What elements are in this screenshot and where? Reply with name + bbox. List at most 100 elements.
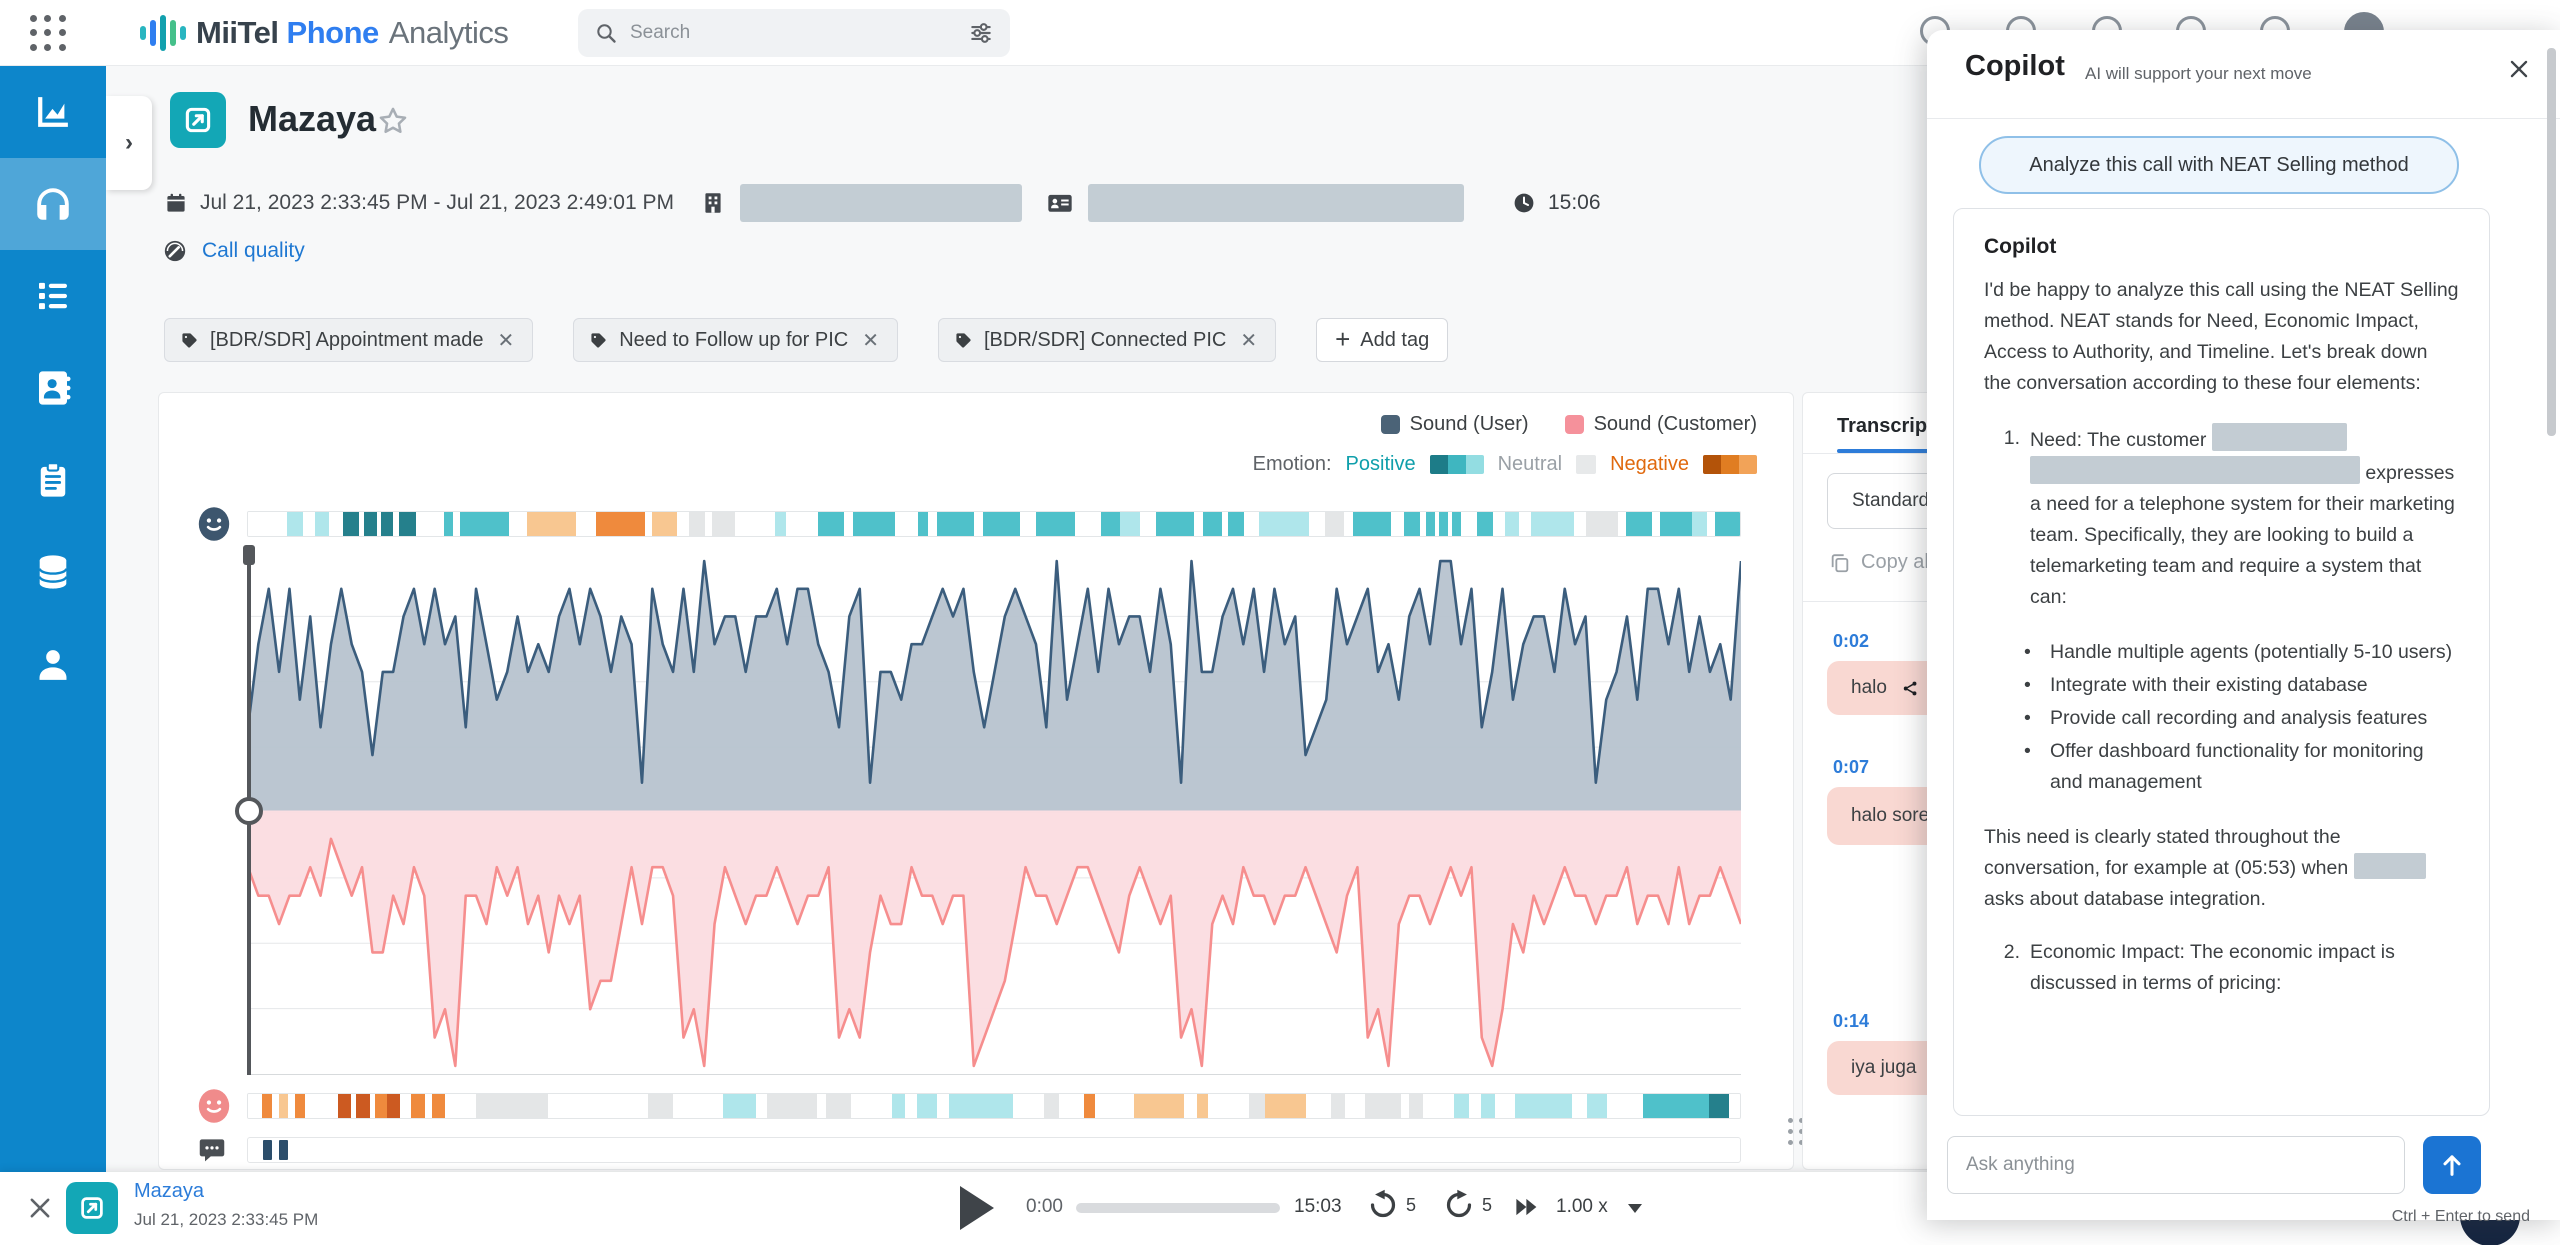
copilot-intro-text: I'd be happy to analyze this call using … [1984, 275, 2459, 399]
message-timestamp[interactable]: 0:07 [1833, 757, 1869, 778]
copilot-bullet-item: •Handle multiple agents (potentially 5-1… [1984, 637, 2459, 668]
fast-forward-icon [1512, 1192, 1542, 1222]
brand-logo[interactable]: MiiTelPhoneAnalytics [140, 13, 508, 53]
player-close-icon[interactable] [26, 1194, 54, 1227]
page-title: Mazaya [248, 98, 376, 140]
copilot-list-item-economic-impact: 2. Economic Impact: The economic impact … [1984, 937, 2459, 999]
clock-icon [1512, 191, 1536, 215]
emotion-swatch [1576, 455, 1596, 474]
calendar-icon [164, 191, 188, 215]
contact-card-icon [1046, 189, 1074, 217]
copilot-send-hint: Ctrl + Enter to send [2392, 1208, 2530, 1226]
call-meta-row: Jul 21, 2023 2:33:45 PM - Jul 21, 2023 2… [164, 182, 1601, 224]
user-emotion-strip[interactable] [247, 511, 1741, 537]
copy-all-button[interactable]: Copy all [1829, 551, 1933, 574]
call-quality-link[interactable]: Call quality [202, 239, 305, 263]
legend-swatch [1381, 415, 1400, 434]
play-button[interactable] [960, 1186, 994, 1230]
player-call-datetime: Jul 21, 2023 2:33:45 PM [134, 1210, 318, 1230]
customer-emotion-strip[interactable] [247, 1093, 1741, 1119]
legend-label: Sound (Customer) [1594, 413, 1757, 436]
message-text: iya juga [1851, 1057, 1917, 1079]
legend-swatch [1565, 415, 1584, 434]
person-icon [32, 643, 74, 685]
company-icon [700, 190, 726, 216]
copilot-bullet-item: •Offer dashboard functionality for monit… [1984, 736, 2459, 798]
speed-caret-icon[interactable] [1628, 1204, 1642, 1213]
redacted-contact-name [1088, 184, 1464, 222]
miitel-analytics-app: MiiTelPhoneAnalytics ... [0, 0, 2560, 1245]
sidebar-item-users[interactable] [0, 618, 106, 710]
sidebar-item-contacts[interactable] [0, 342, 106, 434]
comments-timeline[interactable] [247, 1137, 1741, 1163]
tag-remove-icon[interactable]: ✕ [495, 328, 516, 353]
redacted-text [2030, 456, 2360, 484]
copilot-send-button[interactable] [2423, 1136, 2481, 1194]
sidebar-item-calls[interactable] [0, 158, 106, 250]
player-call-title-link[interactable]: Mazaya [134, 1180, 204, 1203]
message-timestamp[interactable]: 0:14 [1833, 1011, 1869, 1032]
redacted-company-name [740, 184, 1022, 222]
player-current-time: 0:00 [1026, 1196, 1063, 1218]
message-timestamp[interactable]: 0:02 [1833, 631, 1869, 652]
tag-label: [BDR/SDR] Connected PIC [984, 329, 1226, 352]
customer-emotion-smiley-icon [195, 1087, 233, 1125]
address-book-icon [32, 367, 74, 409]
sidebar-nav [0, 66, 106, 1172]
user-emotion-smiley-icon [195, 505, 233, 543]
copilot-user-prompt-chip[interactable]: Analyze this call with NEAT Selling meth… [1979, 136, 2459, 194]
fast-forward-button[interactable] [1512, 1192, 1542, 1227]
copilot-response-card: Copilot I'd be happy to analyze this cal… [1953, 208, 2490, 1116]
search-input[interactable] [630, 22, 968, 44]
message-text: halo sore [1851, 805, 1929, 827]
copilot-close-icon[interactable] [2506, 56, 2532, 87]
apps-grid-icon[interactable] [26, 11, 70, 55]
copilot-bullet-item: •Integrate with their existing database [1984, 670, 2459, 701]
list-icon [32, 275, 74, 317]
call-duration: 15:06 [1548, 191, 1601, 215]
brand-text: MiiTelPhoneAnalytics [196, 15, 508, 51]
copy-all-label: Copy all [1861, 551, 1933, 574]
copilot-ask-input[interactable] [1947, 1136, 2405, 1194]
filter-tune-icon[interactable] [968, 20, 994, 46]
comments-icon [197, 1135, 227, 1165]
outbound-call-icon [170, 92, 226, 148]
call-quality-row[interactable]: Call quality [162, 238, 305, 264]
call-datetime-range: Jul 21, 2023 2:33:45 PM - Jul 21, 2023 2… [200, 191, 674, 215]
tag-icon [955, 332, 972, 349]
sound-legend: Sound (User)Sound (Customer) [1381, 413, 1757, 436]
tab-transcript[interactable]: Transcript [1837, 415, 1934, 438]
skip-forward-button[interactable]: 5 [1442, 1188, 1492, 1222]
add-tag-button[interactable]: +Add tag [1316, 318, 1448, 362]
skip-back-button[interactable]: 5 [1366, 1188, 1416, 1222]
sidebar-item-reports[interactable] [0, 434, 106, 526]
emotion-legend-label: Emotion: [1253, 453, 1332, 476]
sidebar-item-list[interactable] [0, 250, 106, 342]
headphones-icon [32, 183, 74, 225]
sidebar-item-analytics[interactable] [0, 66, 106, 158]
tag-label: Need to Follow up for PIC [619, 329, 848, 352]
emotion-swatch [1703, 455, 1757, 474]
share-icon [1901, 679, 1920, 698]
tag-icon [590, 332, 607, 349]
playback-speed[interactable]: 1.00 x [1556, 1196, 1608, 1218]
gauge-icon [162, 238, 188, 264]
redacted-text [2354, 853, 2426, 879]
panel-expand-button[interactable]: › [106, 96, 152, 190]
tag-chip: [BDR/SDR] Connected PIC ✕ [938, 318, 1276, 362]
copilot-response-title: Copilot [1984, 235, 2459, 259]
tag-remove-icon[interactable]: ✕ [860, 328, 881, 353]
waveform-plot[interactable] [247, 551, 1741, 1075]
player-progress-bar[interactable] [1076, 1203, 1280, 1213]
sidebar-item-data[interactable] [0, 526, 106, 618]
forward-5-icon [1442, 1188, 1476, 1222]
copilot-bullet-item: •Provide call recording and analysis fea… [1984, 703, 2459, 734]
page-scrollbar-thumb[interactable] [2547, 48, 2556, 436]
player-total-time: 15:03 [1294, 1196, 1342, 1218]
playhead-knob[interactable] [235, 797, 263, 825]
favorite-star-button[interactable] [376, 104, 410, 143]
search-box [578, 9, 1010, 57]
tag-remove-icon[interactable]: ✕ [1238, 328, 1259, 353]
analytics-icon [32, 91, 74, 133]
waveform-chart-card: Sound (User)Sound (Customer) Emotion: Po… [158, 392, 1794, 1170]
